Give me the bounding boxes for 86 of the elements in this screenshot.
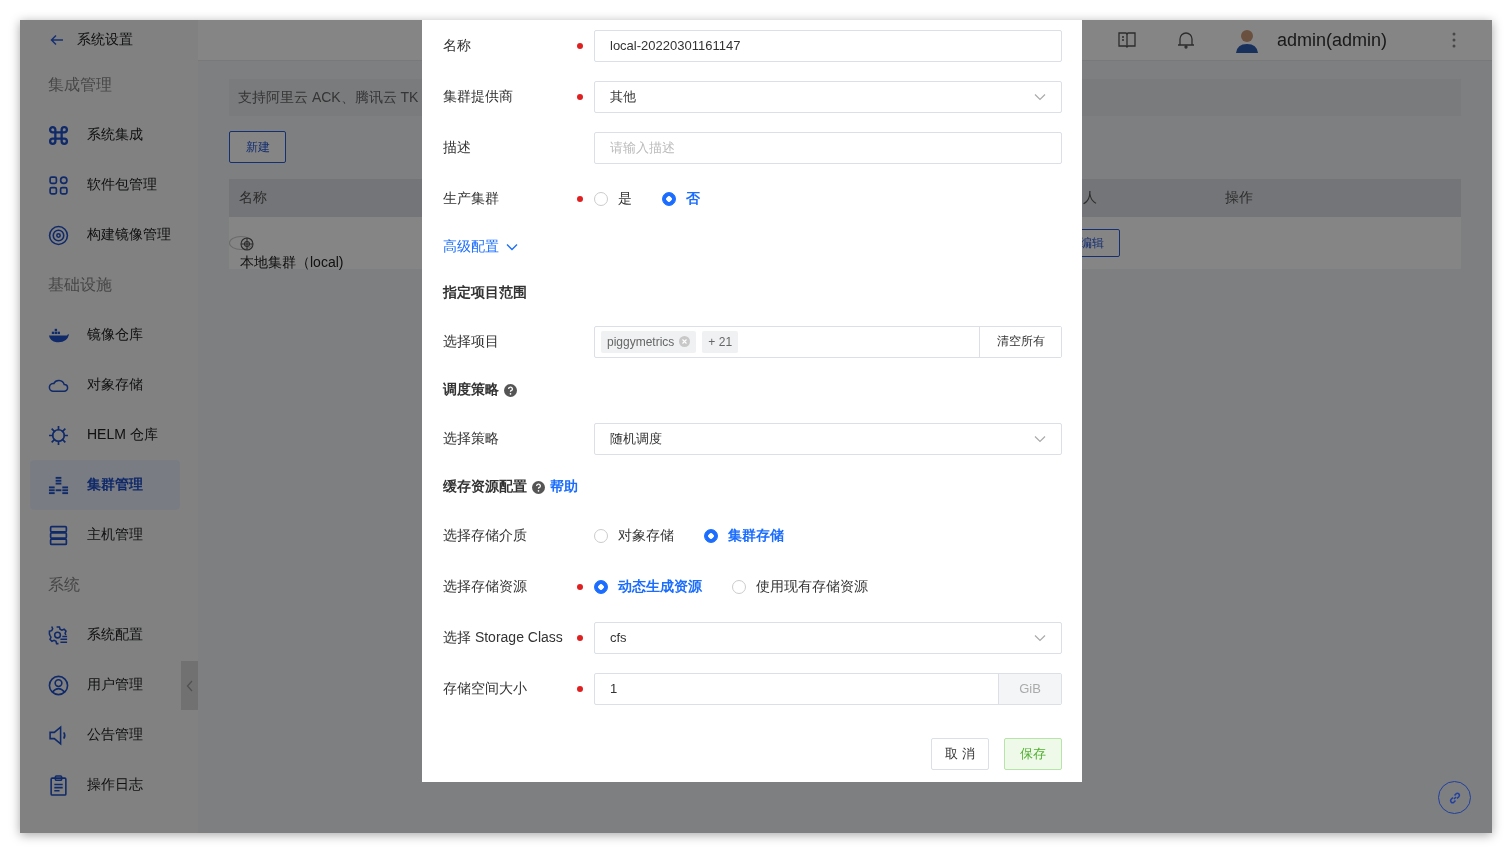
select-field[interactable]: 其他 <box>594 80 1062 113</box>
required-mark <box>577 195 583 202</box>
back-arrow-icon[interactable] <box>49 32 65 48</box>
bell-icon[interactable] <box>1175 30 1196 50</box>
avatar[interactable] <box>1234 27 1259 53</box>
required-mark <box>577 634 583 641</box>
clear-all-button[interactable]: 清空所有 <box>979 326 1061 357</box>
field-label: 存储空间大小 <box>443 679 528 698</box>
tag: piggymetrics <box>601 330 697 353</box>
column-header: 操作 <box>1225 189 1254 207</box>
help-link[interactable]: 帮助 <box>550 478 578 496</box>
new-button[interactable]: 新建 <box>229 131 286 163</box>
sidebar-item[interactable]: 主机管理 <box>30 510 180 560</box>
sidebar-item[interactable]: 操作日志 <box>30 760 180 810</box>
gear-icon <box>48 624 69 646</box>
column-header: 人 <box>1083 189 1098 207</box>
sidebar-item[interactable]: 构建镜像管理 <box>30 210 180 260</box>
field-label: 选择存储介质 <box>443 526 528 545</box>
field-label: 选择 Storage Class <box>443 628 564 647</box>
section-title: 调度策略 <box>443 381 499 399</box>
required-mark <box>577 42 583 49</box>
required-mark <box>577 93 583 100</box>
chevron-down-icon <box>1034 434 1046 443</box>
radio-option[interactable]: 集群存储 <box>704 526 784 545</box>
field-label: 选择策略 <box>443 429 500 448</box>
book-icon[interactable] <box>1116 30 1137 50</box>
section-title: 指定项目范围 <box>443 284 527 302</box>
text-field[interactable]: local-20220301161147 <box>594 29 1062 62</box>
save-button[interactable]: 保存 <box>1004 738 1062 770</box>
more-icon[interactable] <box>1452 32 1456 48</box>
sidebar-item[interactable]: HELM 仓库 <box>30 410 180 460</box>
ship-wheel-icon <box>240 237 254 251</box>
sidebar-title: 系统设置 <box>77 31 133 49</box>
chevron-down-icon <box>1034 92 1046 101</box>
advanced-toggle[interactable]: 高级配置 <box>443 238 518 256</box>
radio-option[interactable]: 使用现有存储资源 <box>732 577 868 596</box>
field-label: 描述 <box>443 138 472 157</box>
help-icon[interactable] <box>504 383 517 397</box>
radio-option[interactable]: 是 <box>594 189 632 208</box>
text-field[interactable]: 请输入描述 <box>594 131 1062 164</box>
user-icon <box>48 674 69 696</box>
sidebar-item[interactable]: 对象存储 <box>30 360 180 410</box>
table-cell: 本地集群（local) <box>240 254 344 270</box>
tag-count: + 21 <box>702 330 739 353</box>
select-field[interactable]: 随机调度 <box>594 422 1062 455</box>
user-name[interactable]: admin(admin) <box>1276 29 1387 51</box>
select-field[interactable]: cfs <box>594 621 1062 654</box>
speaker-icon <box>48 724 69 746</box>
sidebar-group-label: 集成管理 <box>47 75 113 95</box>
disc-icon <box>48 224 69 246</box>
cancel-button[interactable]: 取 消 <box>931 738 989 770</box>
cluster-icon <box>48 474 69 496</box>
grid-icon <box>48 174 69 196</box>
ship-wheel-icon <box>48 424 69 446</box>
project-select-field[interactable]: piggymetrics + 21 清空所有 <box>594 325 1062 358</box>
collapse-handle[interactable] <box>181 661 198 710</box>
radio-option[interactable]: 对象存储 <box>594 526 674 545</box>
required-mark <box>577 685 583 692</box>
sidebar-group-label: 基础设施 <box>47 275 113 295</box>
required-mark <box>577 583 583 590</box>
chevron-icon <box>506 243 518 251</box>
sidebar-item[interactable]: 系统集成 <box>30 110 180 160</box>
field-label: 选择项目 <box>443 332 500 351</box>
radio-option[interactable]: 动态生成资源 <box>594 577 702 596</box>
help-icon[interactable] <box>532 480 545 494</box>
field-label: 选择存储资源 <box>443 577 528 596</box>
field-label: 名称 <box>443 36 472 55</box>
remove-tag-icon[interactable] <box>679 336 691 347</box>
sidebar-item[interactable]: 系统配置 <box>30 610 180 660</box>
sidebar-group-label: 系统 <box>47 575 81 595</box>
server-icon <box>48 524 69 546</box>
chevron-down-icon <box>1034 633 1046 642</box>
link-icon <box>1447 790 1462 805</box>
sidebar-item[interactable]: 集群管理 <box>30 460 180 510</box>
field-label: 集群提供商 <box>443 87 514 106</box>
number-field[interactable]: 1 GiB <box>594 672 1062 705</box>
section-title: 缓存资源配置 <box>443 478 527 496</box>
sidebar-item[interactable]: 软件包管理 <box>30 160 180 210</box>
column-header: 名称 <box>238 189 268 207</box>
clipboard-icon <box>48 774 69 796</box>
command-icon <box>48 124 69 146</box>
radio-option[interactable]: 否 <box>662 189 700 208</box>
field-label: 生产集群 <box>443 189 500 208</box>
sidebar-item[interactable]: 公告管理 <box>30 710 180 760</box>
sidebar-item[interactable]: 镜像仓库 <box>30 310 180 360</box>
sidebar-item[interactable]: 用户管理 <box>30 660 180 710</box>
